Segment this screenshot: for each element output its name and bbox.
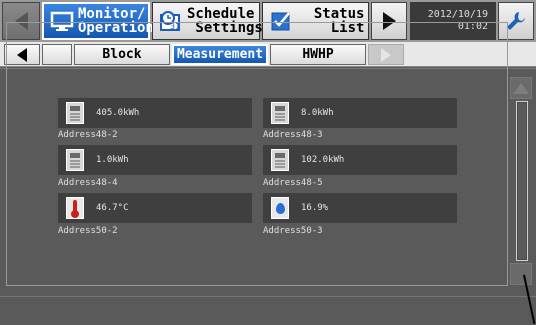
meter-icon — [66, 102, 84, 124]
wrench-icon — [507, 12, 525, 30]
meter-icon — [271, 102, 289, 124]
measurement-item[interactable]: 8.0kWh — [263, 98, 457, 128]
measurement-value: 8.0kWh — [301, 108, 334, 118]
measurement-value: 46.7°C — [96, 203, 129, 213]
measurement-address: Address48-3 — [263, 130, 323, 140]
arrow-up-icon — [513, 82, 529, 94]
measurement-item[interactable]: 46.7°C — [58, 193, 252, 223]
measurement-address: Address50-3 — [263, 226, 323, 236]
measurement-value: 1.0kWh — [96, 155, 129, 165]
measurement-address: Address50-2 — [58, 226, 118, 236]
measurement-item[interactable]: 102.0kWh — [263, 145, 457, 175]
scroll-up-button[interactable] — [510, 77, 532, 99]
date-text: 2012/10/19 — [427, 9, 488, 20]
humidity-drop-icon — [271, 197, 289, 219]
thermometer-icon — [66, 197, 84, 219]
measurement-address: Address48-5 — [263, 178, 323, 188]
scrollbar-thumb[interactable] — [518, 103, 526, 259]
scroll-down-button[interactable] — [510, 263, 532, 285]
scrollbar-track[interactable] — [516, 101, 528, 261]
measurement-address: Address48-4 — [58, 178, 118, 188]
bottom-bar — [0, 296, 536, 325]
measurement-item[interactable]: 405.0kWh — [58, 98, 252, 128]
measurement-item[interactable]: 16.9% — [263, 193, 457, 223]
measurement-value: 102.0kWh — [301, 155, 345, 165]
meter-icon — [271, 149, 289, 171]
measurement-address: Address48-2 — [58, 130, 118, 140]
measurement-item[interactable]: 1.0kWh — [58, 145, 252, 175]
meter-icon — [66, 149, 84, 171]
measurement-value: 16.9% — [301, 203, 329, 213]
measurement-value: 405.0kWh — [96, 108, 140, 118]
